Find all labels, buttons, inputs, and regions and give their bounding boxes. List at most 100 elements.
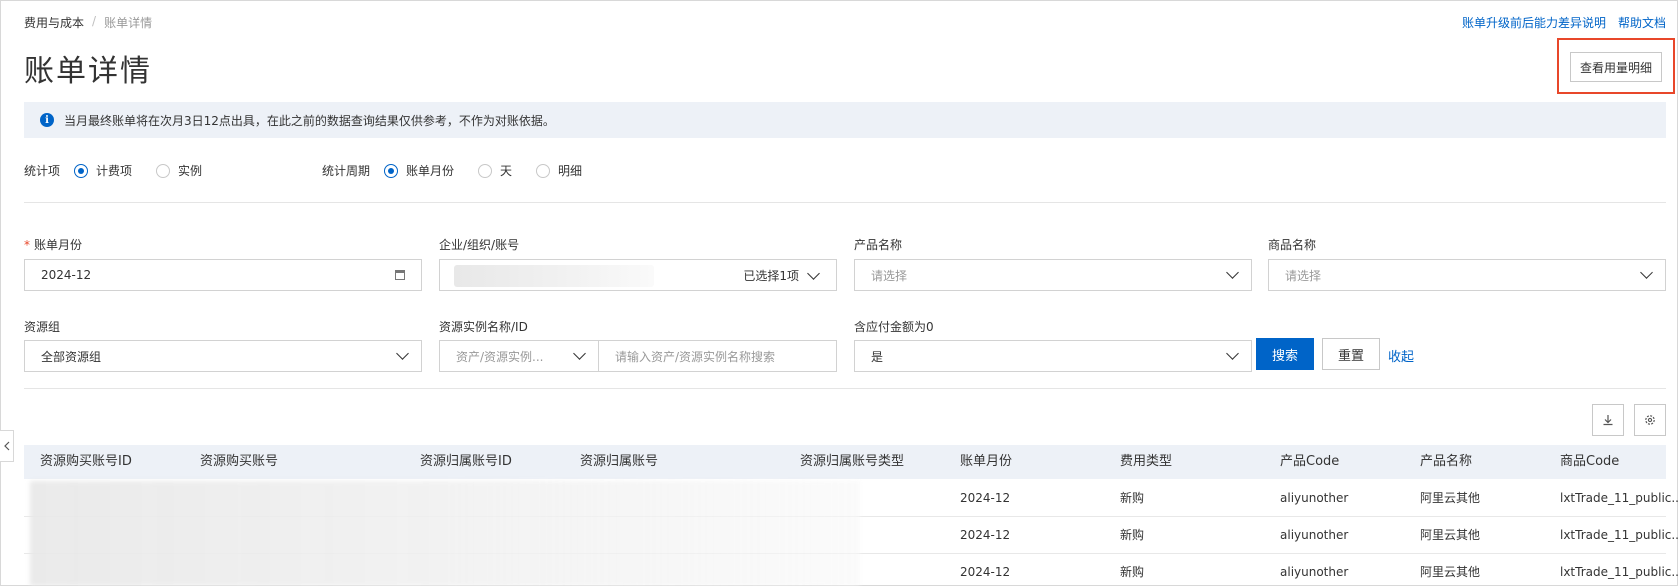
collapse-link[interactable]: 收起 (1388, 346, 1414, 365)
chevron-down-icon (1227, 350, 1237, 360)
radio-detail[interactable]: 明细 (536, 162, 582, 179)
cell-bill-month: 2024-12 (960, 491, 1011, 505)
cell-bill-month: 2024-12 (960, 565, 1011, 579)
chevron-down-icon (807, 266, 820, 280)
instance-label: 资源实例名称/ID (439, 320, 528, 334)
reset-button[interactable]: 重置 (1322, 338, 1380, 370)
instance-type-value: 资产/资源实例... (456, 349, 544, 364)
account-label: 企业/组织/账号 (439, 238, 520, 252)
divider (24, 202, 1666, 203)
stat-period-label: 统计周期 (322, 164, 371, 178)
cell-commodity-code: lxtTrade_11_public... (1560, 565, 1678, 579)
radio-day[interactable]: 天 (478, 162, 512, 179)
page-title: 账单详情 (24, 54, 152, 89)
cell-product-name: 阿里云其他 (1420, 565, 1481, 579)
notice-text: 当月最终账单将在次月3日12点出具，在此之前的数据查询结果仅供参考，不作为对账依… (64, 113, 555, 128)
stat-item-label: 统计项 (24, 164, 61, 178)
breadcrumb-separator: / (92, 14, 97, 28)
required-mark: * (24, 238, 30, 252)
bill-month-label: * 账单月份 (24, 236, 82, 253)
radio-label: 明细 (558, 164, 583, 178)
radio-checked-icon (384, 163, 399, 178)
radio-label: 天 (500, 164, 513, 178)
radio-checked-icon (74, 163, 89, 178)
radio-label: 计费项 (96, 164, 133, 178)
column-header[interactable]: 商品Code (1560, 445, 1619, 479)
commodity-name-label: 商品名称 (1268, 238, 1317, 252)
sidebar-collapse-toggle[interactable] (0, 430, 14, 462)
column-header[interactable]: 资源归属账号 (580, 445, 658, 479)
notice-banner: i 当月最终账单将在次月3日12点出具，在此之前的数据查询结果仅供参考，不作为对… (24, 102, 1666, 138)
cell-fee-type: 新购 (1120, 528, 1145, 542)
resource-group-select[interactable]: 全部资源组 (24, 340, 422, 372)
calendar-icon (395, 270, 405, 280)
column-header[interactable]: 费用类型 (1120, 445, 1172, 479)
commodity-name-select[interactable]: 请选择 (1268, 259, 1666, 291)
cell-bill-month: 2024-12 (960, 528, 1011, 542)
account-selected-count: 已选择1项 (743, 260, 820, 290)
radio-billing-item[interactable]: 计费项 (74, 162, 132, 179)
cell-fee-type: 新购 (1120, 491, 1145, 505)
view-usage-detail-button[interactable]: 查看用量明细 (1570, 52, 1662, 82)
column-header[interactable]: 资源购买账号ID (40, 445, 132, 479)
settings-button[interactable] (1634, 404, 1666, 436)
product-name-label: 产品名称 (854, 238, 903, 252)
radio-label: 实例 (178, 164, 203, 178)
account-selector[interactable]: 已选择1项 (439, 259, 837, 291)
divider (24, 388, 1666, 389)
upgrade-note-link[interactable]: 账单升级前后能力差异说明 (1462, 14, 1606, 31)
chevron-down-icon (574, 350, 584, 360)
chevron-down-icon (397, 350, 407, 360)
top-links: 账单升级前后能力差异说明 帮助文档 (1462, 14, 1666, 31)
radio-instance[interactable]: 实例 (156, 162, 202, 179)
radio-label: 账单月份 (406, 164, 455, 178)
breadcrumb-current: 账单详情 (104, 16, 153, 30)
help-docs-link[interactable]: 帮助文档 (1618, 14, 1666, 31)
chevron-left-icon (3, 441, 9, 451)
cell-product-name: 阿里云其他 (1420, 528, 1481, 542)
instance-search-input[interactable]: 请输入资产/资源实例名称搜索 (598, 340, 837, 372)
product-name-select[interactable]: 请选择 (854, 259, 1252, 291)
column-header[interactable]: 产品Code (1280, 445, 1339, 479)
bill-month-picker[interactable]: 2024-12 (24, 259, 422, 291)
usage-button-highlight: 查看用量明细 (1557, 38, 1675, 94)
cell-fee-type: 新购 (1120, 565, 1145, 579)
chevron-down-icon (1641, 269, 1651, 279)
cell-product-code: aliyunother (1280, 528, 1349, 542)
payable-zero-value: 是 (871, 349, 884, 364)
table-header: 资源购买账号ID 资源购买账号 资源归属账号ID 资源归属账号 资源归属账号类型… (24, 445, 1666, 479)
cell-product-name: 阿里云其他 (1420, 491, 1481, 505)
stat-period-group: 统计周期 账单月份 天 明细 (322, 162, 606, 179)
gear-icon (1645, 415, 1655, 425)
column-header[interactable]: 资源归属账号ID (420, 445, 512, 479)
info-icon: i (40, 113, 54, 127)
redacted-account (454, 265, 654, 287)
redacted-account-cells (30, 481, 860, 586)
radio-unchecked-icon (536, 163, 551, 178)
cell-product-code: aliyunother (1280, 491, 1349, 505)
instance-type-select[interactable]: 资产/资源实例... (439, 340, 599, 372)
column-header[interactable]: 产品名称 (1420, 445, 1472, 479)
download-button[interactable] (1592, 404, 1624, 436)
column-header[interactable]: 账单月份 (960, 445, 1012, 479)
breadcrumb-parent[interactable]: 费用与成本 (24, 14, 84, 31)
product-name-placeholder: 请选择 (871, 268, 908, 283)
column-header[interactable]: 资源购买账号 (200, 445, 278, 479)
resource-group-label: 资源组 (24, 320, 61, 334)
stat-item-group: 统计项 计费项 实例 (24, 162, 226, 179)
search-button[interactable]: 搜索 (1256, 338, 1314, 370)
cell-product-code: aliyunother (1280, 565, 1349, 579)
payable-zero-select[interactable]: 是 (854, 340, 1252, 372)
radio-unchecked-icon (156, 163, 171, 178)
resource-group-value: 全部资源组 (41, 349, 102, 364)
commodity-name-placeholder: 请选择 (1285, 268, 1322, 283)
column-header[interactable]: 资源归属账号类型 (800, 445, 904, 479)
radio-bill-month[interactable]: 账单月份 (384, 162, 454, 179)
selected-count-text: 已选择1项 (743, 268, 799, 283)
breadcrumb: 费用与成本 / 账单详情 (24, 14, 152, 31)
instance-search-placeholder: 请输入资产/资源实例名称搜索 (615, 349, 776, 364)
download-icon (1603, 415, 1613, 426)
cell-commodity-code: lxtTrade_11_public... (1560, 528, 1678, 542)
bill-month-value: 2024-12 (41, 268, 92, 282)
cell-commodity-code: lxtTrade_11_public... (1560, 491, 1678, 505)
